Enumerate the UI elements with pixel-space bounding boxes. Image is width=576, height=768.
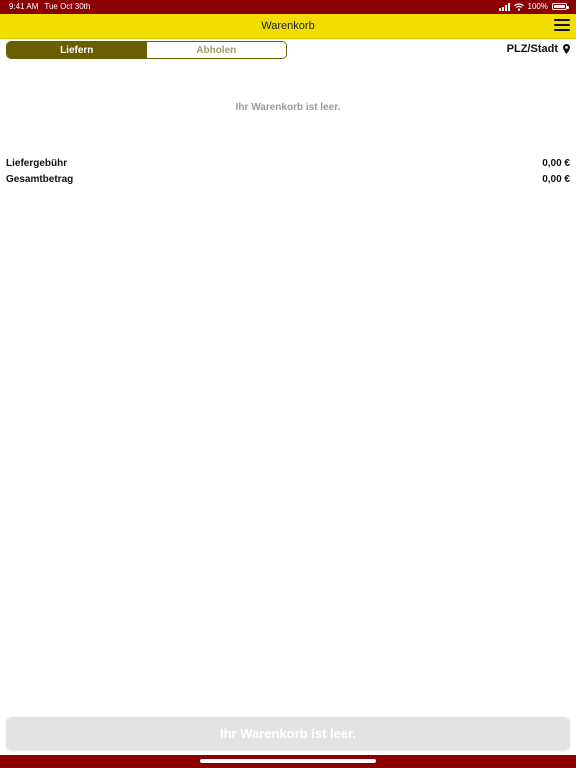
- checkout-button[interactable]: Ihr Warenkorb ist leer.: [6, 717, 570, 750]
- total-value: 0,00 €: [542, 173, 570, 185]
- location-label: PLZ/Stadt: [506, 43, 558, 55]
- status-left: 9:41 AM Tue Oct 30th: [9, 2, 90, 11]
- status-time: 9:41 AM: [9, 2, 39, 11]
- delivery-fee-row: Liefergebühr 0,00 €: [6, 156, 570, 170]
- navigation-bar: Warenkorb: [0, 14, 576, 39]
- total-row: Gesamtbetrag 0,00 €: [6, 172, 570, 186]
- status-right: 100%: [498, 2, 569, 11]
- tab-abholen[interactable]: Abholen: [146, 42, 286, 58]
- status-date: Tue Oct 30th: [44, 2, 91, 11]
- location-selector[interactable]: PLZ/Stadt: [507, 43, 570, 55]
- delivery-fee-value: 0,00 €: [542, 157, 570, 169]
- wifi-icon: [513, 2, 524, 11]
- cellular-signal-icon: [498, 2, 510, 11]
- bottom-bar: [0, 755, 576, 768]
- total-label: Gesamtbetrag: [6, 173, 74, 185]
- status-bar: 9:41 AM Tue Oct 30th 100%: [0, 0, 576, 14]
- delivery-mode-toggle: Liefern Abholen: [6, 41, 287, 59]
- hamburger-menu-icon[interactable]: [554, 19, 570, 32]
- empty-cart-message: Ihr Warenkorb ist leer.: [235, 102, 341, 113]
- location-pin-icon: [563, 44, 570, 54]
- page-title: Warenkorb: [261, 20, 315, 32]
- battery-icon: [552, 3, 569, 10]
- delivery-fee-label: Liefergebühr: [6, 157, 68, 169]
- home-indicator[interactable]: [200, 759, 376, 763]
- tab-liefern[interactable]: Liefern: [7, 42, 147, 58]
- battery-percent: 100%: [527, 2, 548, 11]
